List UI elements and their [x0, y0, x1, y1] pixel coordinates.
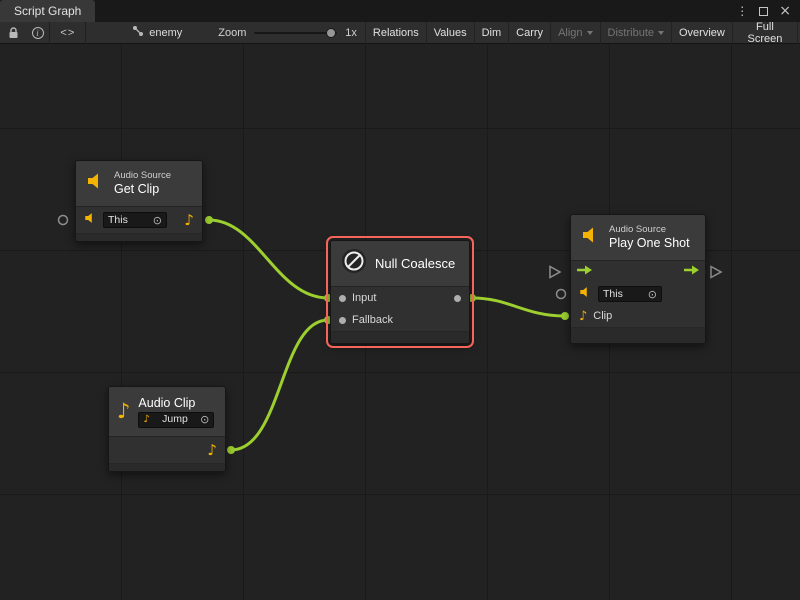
code-icon[interactable]: <>	[50, 27, 85, 39]
audio-source-icon	[84, 211, 97, 229]
node-get-clip[interactable]: Audio Source Get Clip This ⊙ ♪	[75, 160, 203, 242]
menu-icon[interactable]: ⋮	[736, 5, 748, 17]
carry-button[interactable]: Carry	[508, 22, 550, 44]
control-input-triangle-port	[550, 267, 560, 278]
object-picker-icon[interactable]: ⊙	[200, 414, 209, 425]
values-button[interactable]: Values	[426, 22, 474, 44]
overview-button[interactable]: Overview	[671, 22, 732, 44]
lock-icon[interactable]	[2, 22, 26, 44]
zoom-value: 1x	[345, 27, 357, 39]
audio-clip-output-icon[interactable]: ♪	[184, 213, 194, 228]
maximize-icon[interactable]	[759, 7, 768, 16]
object-picker-icon[interactable]: ⊙	[648, 289, 657, 300]
audio-clip-icon[interactable]: ♪	[579, 310, 587, 323]
port-label: Input	[352, 292, 376, 304]
tab-script-graph[interactable]: Script Graph	[0, 0, 95, 22]
node-header: ♪ Audio Clip ♪ Jump ⊙	[109, 387, 225, 437]
node-header: Audio Source Get Clip	[76, 161, 202, 207]
dim-button[interactable]: Dim	[474, 22, 509, 44]
audio-clip-output-icon[interactable]: ♪	[207, 443, 217, 458]
graph-canvas[interactable]: Audio Source Get Clip This ⊙ ♪	[0, 44, 800, 600]
field-value: Jump	[162, 413, 188, 426]
full-screen-button[interactable]: Full Screen	[732, 22, 798, 44]
toolbar-separator	[85, 22, 86, 44]
audio-clip-icon: ♪	[117, 401, 130, 422]
info-icon[interactable]: i	[26, 22, 50, 44]
graph-icon	[132, 25, 144, 40]
wire-result-to-clip	[472, 298, 565, 316]
window-controls: ⋮ ×	[736, 0, 800, 22]
node-null-coalesce[interactable]: Null Coalesce Input Fallback	[330, 240, 470, 344]
audio-clip-object-field[interactable]: ♪ Jump ⊙	[138, 412, 214, 428]
audio-source-icon	[581, 226, 601, 249]
clip-port-row: ♪ Clip	[571, 305, 705, 327]
align-button[interactable]: Align	[550, 22, 599, 44]
graph-owner-label: enemy	[149, 27, 182, 39]
tab-bar: Script Graph ⋮ ×	[0, 0, 800, 22]
graph-toolbar: i <> enemy Zoom 1x Relations Values Dim …	[0, 22, 800, 44]
script-graph-window: Script Graph ⋮ × i <> enemy Zoom 1x Rel	[0, 0, 800, 600]
field-value: This	[603, 288, 623, 300]
node-header: Null Coalesce	[331, 241, 469, 287]
zoom-slider-handle[interactable]	[326, 28, 336, 38]
audio-source-icon	[86, 172, 106, 195]
distribute-button[interactable]: Distribute	[600, 22, 671, 44]
this-port-row: This ⊙	[571, 283, 705, 305]
input-port[interactable]	[339, 295, 346, 302]
fallback-port[interactable]	[339, 317, 346, 324]
zoom-slider[interactable]	[252, 22, 339, 44]
node-play-one-shot[interactable]: Audio Source Play One Shot This ⊙	[570, 214, 706, 344]
port-label: Fallback	[352, 314, 393, 326]
this-port-row: This ⊙ ♪	[76, 207, 202, 233]
node-footer	[76, 233, 202, 241]
node-category: Audio Source	[609, 224, 690, 235]
relations-button[interactable]: Relations	[365, 22, 426, 44]
tab-title: Script Graph	[14, 4, 81, 18]
this-object-field[interactable]: This ⊙	[103, 212, 167, 228]
fallback-port-row: Fallback	[331, 309, 469, 331]
wire-endpoint	[205, 216, 213, 224]
wire-audioclip-to-fallback	[231, 320, 328, 450]
input-port-row: Input	[331, 287, 469, 309]
control-output-triangle-port	[711, 267, 721, 278]
node-title: Play One Shot	[609, 236, 690, 251]
control-output-arrow-icon[interactable]	[683, 263, 700, 281]
node-footer	[109, 463, 225, 471]
node-category: Audio Source	[114, 170, 171, 181]
zoom-slider-track	[254, 32, 337, 34]
toolbar-buttons: Relations Values Dim Carry Align Distrib…	[365, 22, 798, 44]
node-header: Audio Source Play One Shot	[571, 215, 705, 261]
graph-owner[interactable]: enemy	[132, 25, 182, 40]
node-title: Null Coalesce	[375, 256, 455, 271]
field-value: This	[108, 214, 128, 226]
node-title: Audio Clip	[138, 396, 214, 411]
zoom-label: Zoom	[218, 27, 246, 39]
null-coalesce-icon	[341, 248, 367, 279]
wire-endpoint	[561, 312, 569, 320]
node-footer	[571, 327, 705, 343]
output-port-row: ♪	[109, 437, 225, 463]
node-title: Get Clip	[114, 182, 171, 197]
audio-source-icon	[579, 285, 592, 303]
wire-endpoint	[227, 446, 235, 454]
control-input-arrow-icon[interactable]	[576, 263, 593, 281]
unconnected-this-port	[59, 216, 68, 225]
wire-getclip-to-input	[209, 220, 328, 298]
node-footer	[331, 331, 469, 343]
audio-clip-icon: ♪	[143, 415, 149, 425]
object-picker-icon[interactable]: ⊙	[153, 215, 162, 226]
result-port[interactable]	[454, 295, 461, 302]
chevron-down-icon	[587, 31, 593, 35]
port-label: Clip	[593, 310, 612, 322]
unconnected-this-port	[557, 290, 566, 299]
control-flow-row	[571, 261, 705, 283]
close-icon[interactable]: ×	[779, 4, 791, 18]
chevron-down-icon	[658, 31, 664, 35]
node-audio-clip[interactable]: ♪ Audio Clip ♪ Jump ⊙ ♪	[108, 386, 226, 472]
this-object-field[interactable]: This ⊙	[598, 286, 662, 302]
